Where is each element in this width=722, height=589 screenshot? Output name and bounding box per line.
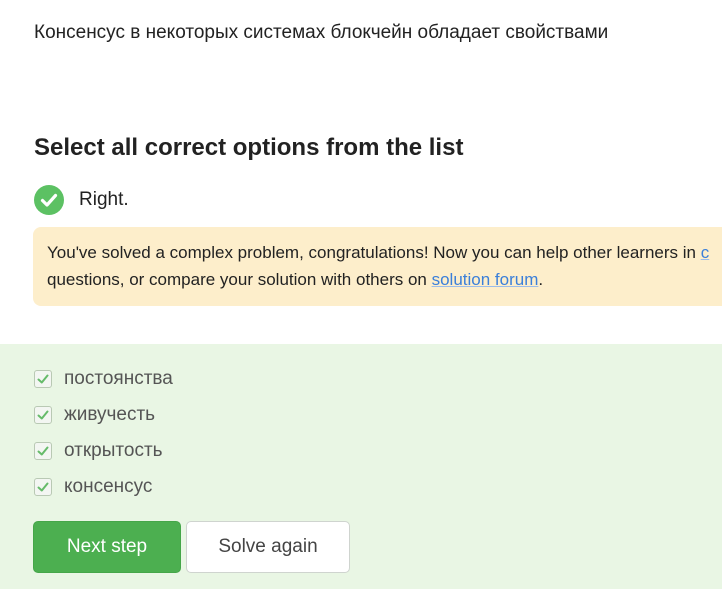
- page: Консенсус в некоторых системах блокчейн …: [0, 0, 722, 589]
- check-circle-icon: [34, 185, 64, 215]
- notice-line-1: You've solved a complex problem, congrat…: [47, 239, 722, 266]
- next-step-button[interactable]: Next step: [33, 521, 181, 573]
- solution-forum-link[interactable]: solution forum: [432, 270, 539, 289]
- option-item[interactable]: открытость: [34, 440, 163, 462]
- checkmark-icon: [37, 374, 49, 384]
- checkmark-icon: [37, 410, 49, 420]
- notice-text-2: questions, or compare your solution with…: [47, 270, 432, 289]
- status-text: Right.: [79, 189, 129, 210]
- notice-line-2: questions, or compare your solution with…: [47, 266, 722, 293]
- notice-text: You've solved a complex problem, congrat…: [47, 243, 701, 262]
- option-label: открытость: [64, 440, 163, 461]
- notice-text-3: .: [538, 270, 544, 289]
- checkbox[interactable]: [34, 370, 52, 388]
- checkbox[interactable]: [34, 478, 52, 496]
- option-item[interactable]: постоянства: [34, 368, 173, 390]
- option-item[interactable]: консенсус: [34, 476, 152, 498]
- option-label: консенсус: [64, 476, 153, 497]
- section-title: Select all correct options from the list: [34, 134, 464, 161]
- option-item[interactable]: живучесть: [34, 404, 155, 426]
- checkbox[interactable]: [34, 406, 52, 424]
- checkmark-icon: [37, 446, 49, 456]
- status-row: Right.: [34, 185, 129, 215]
- checkbox[interactable]: [34, 442, 52, 460]
- question-text: Консенсус в некоторых системах блокчейн …: [34, 22, 609, 43]
- discussion-link[interactable]: c: [701, 243, 710, 262]
- option-label: живучесть: [64, 404, 156, 425]
- checkmark-icon: [37, 482, 49, 492]
- option-label: постоянства: [64, 368, 173, 389]
- success-notice: You've solved a complex problem, congrat…: [33, 227, 722, 306]
- solve-again-button[interactable]: Solve again: [186, 521, 350, 573]
